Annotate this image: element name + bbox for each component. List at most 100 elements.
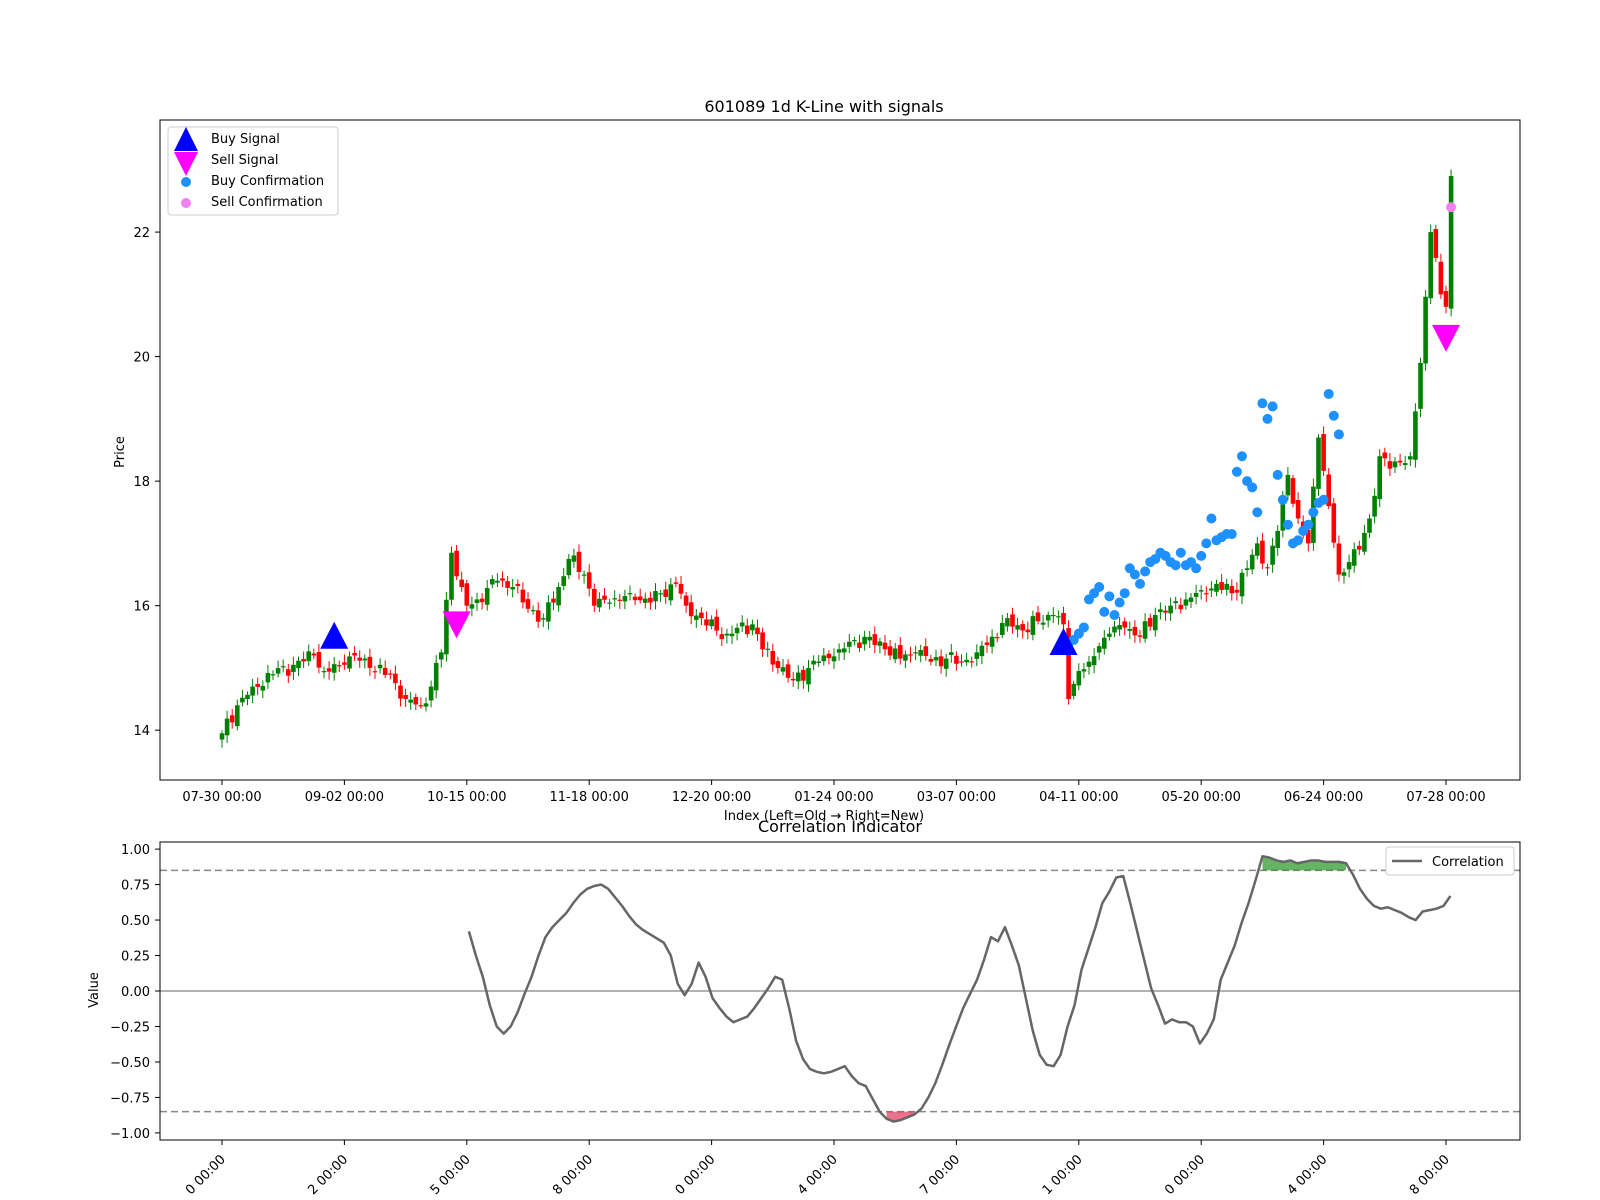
candle-body [724, 633, 730, 636]
candle-body [1010, 614, 1015, 627]
candle-body [862, 636, 867, 645]
candle-body [729, 633, 735, 637]
kline-x-tick-label: 01-24 00:00 [794, 790, 873, 805]
candle-body [1107, 633, 1112, 637]
candle-body [235, 705, 240, 727]
candle-body [326, 668, 332, 672]
candle-body [892, 648, 898, 660]
candle-body [597, 598, 602, 608]
candle-body [1244, 568, 1250, 570]
candle-body [362, 658, 368, 661]
candle-body [469, 604, 475, 609]
correlation-x-ticks: 0 00:00 2 00:00 5 00:00 8 00:00 0 00:00 4 00:… [183, 1140, 1453, 1198]
candle-body [1316, 437, 1321, 489]
candle-body [1112, 626, 1117, 633]
candle-body [296, 660, 301, 669]
correlation-line [467, 854, 1452, 1123]
kline-y-tick-label: 14 [133, 724, 150, 739]
candle-body [796, 672, 801, 682]
legend-correlation-label: Correlation [1432, 855, 1504, 870]
candle-body [745, 625, 750, 635]
candle-body [1413, 411, 1418, 460]
legend-buy-confirmation-marker [181, 177, 191, 187]
candle-body [530, 610, 536, 612]
candle-body [1408, 456, 1413, 460]
candle-body [852, 640, 857, 642]
candle-body [699, 612, 704, 619]
candle-body [989, 636, 995, 647]
candle-body [1061, 612, 1066, 625]
kline-x-tick-label: 07-30 00:00 [182, 790, 261, 805]
candle-body [1142, 621, 1148, 639]
candle-body [785, 664, 791, 678]
candle-body [943, 658, 949, 669]
sell-signal-marker [1432, 324, 1460, 352]
candle-body [1102, 637, 1107, 649]
buy-confirmation-point [1293, 535, 1304, 546]
candle-body [1209, 588, 1214, 591]
candle-body [1372, 495, 1377, 517]
correlation-title: Correlation Indicator [758, 817, 922, 836]
candle-body [260, 685, 266, 691]
correlation-y-tick-label: 1.00 [121, 843, 150, 858]
buy-confirmation-point [1201, 538, 1212, 549]
buy-confirmation-point [1175, 547, 1186, 558]
correlation-y-tick-label: 0.50 [121, 914, 150, 929]
candle-body [857, 642, 862, 648]
kline-x-tick-label: 05-20 00:00 [1162, 790, 1241, 805]
candle-body [1096, 646, 1102, 653]
candle-body [1357, 545, 1362, 550]
candle-body [1188, 597, 1194, 602]
candle-body [719, 634, 725, 640]
candle-body [250, 686, 255, 696]
candle-body [592, 588, 597, 606]
candle-body [836, 649, 842, 653]
candle-body [612, 598, 617, 600]
candle-body [382, 667, 388, 675]
candle-body [1127, 628, 1133, 631]
candle-body [658, 593, 663, 595]
candle-body [1132, 626, 1138, 636]
candle-body [388, 673, 393, 675]
correlation-x-tick-label: 4 00:00 [795, 1152, 841, 1198]
candle-body [1204, 593, 1209, 595]
candle-body [1341, 572, 1347, 576]
candle-body [959, 661, 964, 663]
candle-body [790, 678, 796, 681]
candle-body [1224, 583, 1229, 590]
candle-body [1051, 615, 1056, 617]
candle-body [648, 597, 653, 603]
candle-body [801, 669, 806, 681]
candle-body [229, 715, 235, 723]
candle-body [1234, 589, 1240, 593]
candle-body [535, 610, 541, 622]
candle-body [306, 651, 311, 662]
buy-confirmation-point [1226, 529, 1237, 540]
candle-body [775, 661, 781, 668]
candle-body [683, 595, 689, 606]
kline-title: 601089 1d K-Line with signals [704, 97, 943, 116]
candle-body [255, 684, 260, 687]
candle-body [750, 624, 755, 631]
candle-body [1239, 572, 1245, 597]
buy-signal-marker [320, 621, 349, 649]
candle-body [495, 580, 500, 583]
correlation-legend: Correlation [1385, 846, 1515, 876]
candle-body [877, 641, 883, 646]
buy-confirmation-point [1104, 591, 1115, 602]
buy-confirmation-point [1308, 507, 1319, 518]
candle-body [913, 652, 918, 654]
buy-confirmation-point [1119, 588, 1130, 599]
candle-body [1346, 562, 1352, 570]
candle-body [1265, 567, 1270, 569]
candle-body [275, 668, 281, 674]
buy-confirmation-point [1333, 429, 1344, 440]
candle-body [1433, 229, 1439, 259]
candle-body [1382, 452, 1388, 459]
candle-body [1397, 460, 1403, 463]
candle-body [1270, 545, 1275, 565]
candle-body [643, 598, 648, 603]
legend-sell-confirmation-label: Sell Confirmation [211, 195, 323, 210]
kline-y-tick-label: 16 [133, 600, 150, 615]
candle-body [561, 576, 566, 586]
